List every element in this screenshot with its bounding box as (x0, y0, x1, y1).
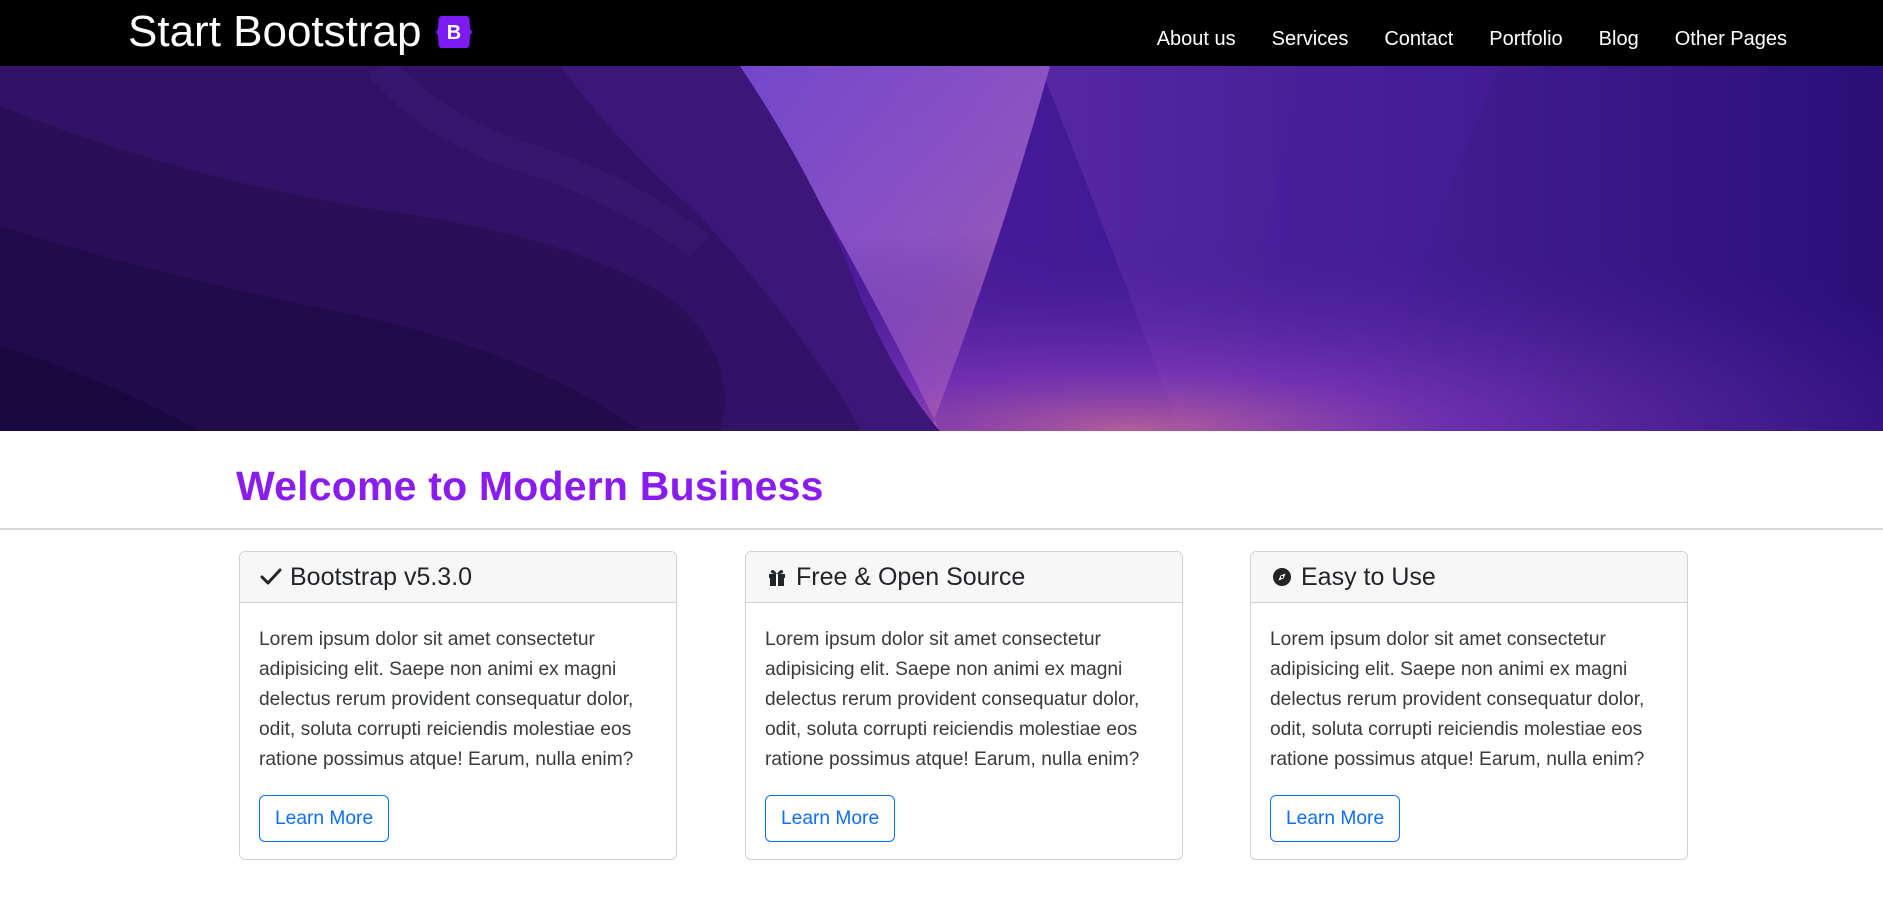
learn-more-button[interactable]: Learn More (765, 795, 896, 842)
card-body: Lorem ipsum dolor sit amet consectetur a… (1251, 603, 1687, 842)
nav-link-other-pages[interactable]: Other Pages (1657, 22, 1805, 56)
bootstrap-logo-icon: B (435, 16, 474, 48)
svg-text:B: B (447, 22, 461, 44)
navbar: Start Bootstrap B About us Services Cont… (0, 0, 1883, 66)
feature-card-open-source: Free & Open Source Lorem ipsum dolor sit… (745, 551, 1183, 860)
check-icon (259, 565, 283, 589)
card-title: Free & Open Source (796, 562, 1026, 591)
feature-card-bootstrap: Bootstrap v5.3.0 Lorem ipsum dolor sit a… (239, 551, 677, 860)
gift-icon (765, 565, 789, 589)
nav-link-about-us[interactable]: About us (1139, 22, 1254, 56)
card-text: Lorem ipsum dolor sit amet consectetur a… (765, 629, 1140, 770)
divider (0, 528, 1883, 530)
brand-name: Start Bootstrap (128, 7, 422, 56)
nav-link-contact[interactable]: Contact (1366, 22, 1471, 56)
hero-background-image (0, 66, 1883, 431)
nav-link-portfolio[interactable]: Portfolio (1471, 22, 1580, 56)
compass-icon (1270, 565, 1294, 589)
card-text: Lorem ipsum dolor sit amet consectetur a… (259, 629, 634, 770)
nav-links: About us Services Contact Portfolio Blog… (1139, 22, 1805, 56)
brand-link[interactable]: Start Bootstrap B (128, 6, 474, 58)
feature-card-easy-to-use: Easy to Use Lorem ipsum dolor sit amet c… (1250, 551, 1688, 860)
nav-link-blog[interactable]: Blog (1581, 22, 1657, 56)
card-title: Bootstrap v5.3.0 (290, 562, 473, 591)
card-title: Easy to Use (1301, 562, 1436, 591)
page-title: Welcome to Modern Business (236, 463, 824, 509)
learn-more-button[interactable]: Learn More (1270, 795, 1401, 842)
card-text: Lorem ipsum dolor sit amet consectetur a… (1270, 629, 1645, 770)
card-body: Lorem ipsum dolor sit amet consectetur a… (240, 603, 676, 842)
card-header: Easy to Use (1251, 552, 1687, 603)
card-body: Lorem ipsum dolor sit amet consectetur a… (746, 603, 1182, 842)
nav-link-services[interactable]: Services (1254, 22, 1367, 56)
learn-more-button[interactable]: Learn More (259, 795, 390, 842)
card-header: Free & Open Source (746, 552, 1182, 603)
hero-banner (0, 66, 1883, 431)
card-header: Bootstrap v5.3.0 (240, 552, 676, 603)
